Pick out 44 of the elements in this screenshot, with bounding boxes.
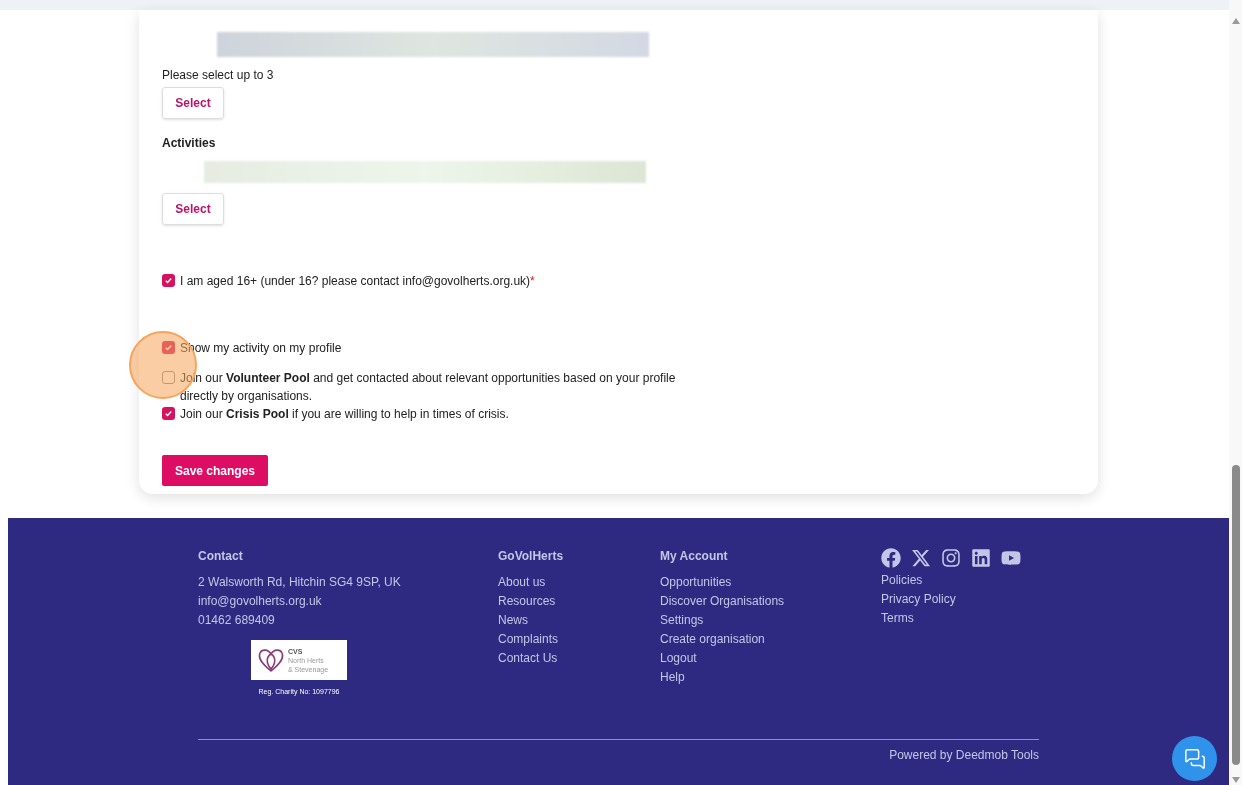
facebook-icon[interactable] <box>881 548 901 568</box>
checkbox-label: I am aged 16+ (under 16? please contact info@govolherts.org.uk) <box>180 273 531 290</box>
footer-link[interactable]: News <box>498 612 528 628</box>
checkbox[interactable] <box>162 371 175 384</box>
footer-link[interactable]: Resources <box>498 593 556 609</box>
save-button[interactable]: Save changes <box>162 455 268 486</box>
footer-link[interactable]: Create organisation <box>660 631 765 647</box>
footer-link[interactable]: Discover Organisations <box>660 593 785 609</box>
checkbox[interactable] <box>162 407 175 420</box>
checkmark-icon <box>164 276 173 285</box>
x-logo-icon[interactable] <box>911 548 931 568</box>
heart-logo-icon <box>257 647 285 673</box>
hint-text: Please select up to 3 <box>162 67 275 84</box>
checkbox[interactable] <box>162 274 175 287</box>
footer-link[interactable]: Policies <box>881 572 923 588</box>
footer-link[interactable]: Help <box>660 669 685 685</box>
select-button[interactable]: Select <box>162 193 224 225</box>
footer-link[interactable]: Privacy Policy <box>881 591 956 607</box>
contact-text: 2 Walsworth Rd, Hitchin SG4 9SP, UK <box>198 574 402 590</box>
powered-by-text: Powered by Deedmob Tools <box>888 747 1039 764</box>
checkbox[interactable] <box>162 341 175 354</box>
select-button[interactable]: Select <box>162 87 224 119</box>
scrollbar[interactable] <box>1229 0 1242 785</box>
linkedin-icon[interactable] <box>971 548 991 568</box>
footer-link[interactable]: Terms <box>881 610 914 626</box>
footer-link[interactable]: Contact Us <box>498 650 558 666</box>
contact-text: info@govolherts.org.uk <box>198 593 323 609</box>
footer-link[interactable]: Opportunities <box>660 574 732 590</box>
instagram-icon[interactable] <box>941 548 961 568</box>
footer-link[interactable]: About us <box>498 574 546 590</box>
footer-heading: My Account <box>660 548 729 564</box>
contact-text: 01462 689409 <box>198 612 276 628</box>
youtube-icon[interactable] <box>1001 548 1021 568</box>
required-mark: * <box>530 273 535 290</box>
footer-heading: GoVolHerts <box>498 548 565 564</box>
section-label: Activities <box>162 135 217 152</box>
footer-heading: Contact <box>198 548 244 564</box>
chat-icon <box>1183 747 1206 770</box>
footer-link[interactable]: Complaints <box>498 631 559 647</box>
checkmark-icon <box>164 343 173 352</box>
checkmark-icon <box>164 409 173 418</box>
footer-link[interactable]: Logout <box>660 650 697 666</box>
footer-link[interactable]: Settings <box>660 612 704 628</box>
checkbox-label: Join our Crisis Pool if you are willing to help in times of crisis. <box>180 406 509 423</box>
